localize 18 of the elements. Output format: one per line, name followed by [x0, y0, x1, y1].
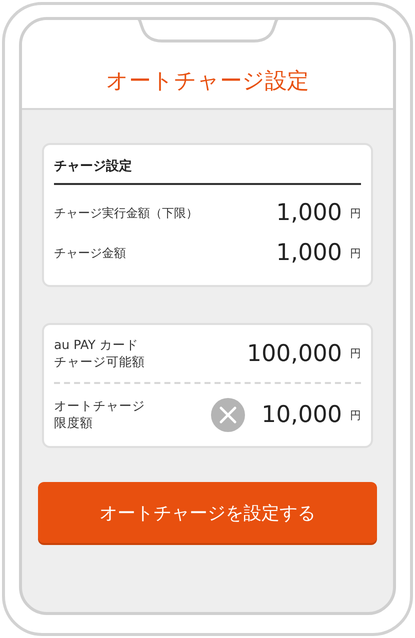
amount-value: 1,000	[276, 200, 342, 226]
row-label: 限度額	[54, 415, 93, 432]
amount-value: 1,000	[276, 240, 342, 266]
row-label: オートチャージ	[54, 398, 145, 415]
row-label: チャージ可能額	[54, 354, 145, 370]
currency-unit: 円	[350, 408, 361, 422]
section-heading: チャージ設定	[54, 153, 361, 185]
row-label: チャージ実行金額（下限）	[54, 204, 199, 222]
row-label: チャージ金額	[54, 244, 127, 262]
row-label: au PAY カード	[54, 336, 138, 354]
clear-icon[interactable]	[210, 397, 246, 433]
amount-value: 10,000	[262, 402, 342, 428]
currency-unit: 円	[350, 346, 361, 361]
page-title: オートチャージ設定	[106, 68, 309, 96]
amount-value: 100,000	[246, 340, 342, 366]
currency-unit: 円	[350, 206, 361, 220]
currency-unit: 円	[350, 246, 361, 260]
submit-button[interactable]: オートチャージを設定する	[38, 482, 377, 543]
